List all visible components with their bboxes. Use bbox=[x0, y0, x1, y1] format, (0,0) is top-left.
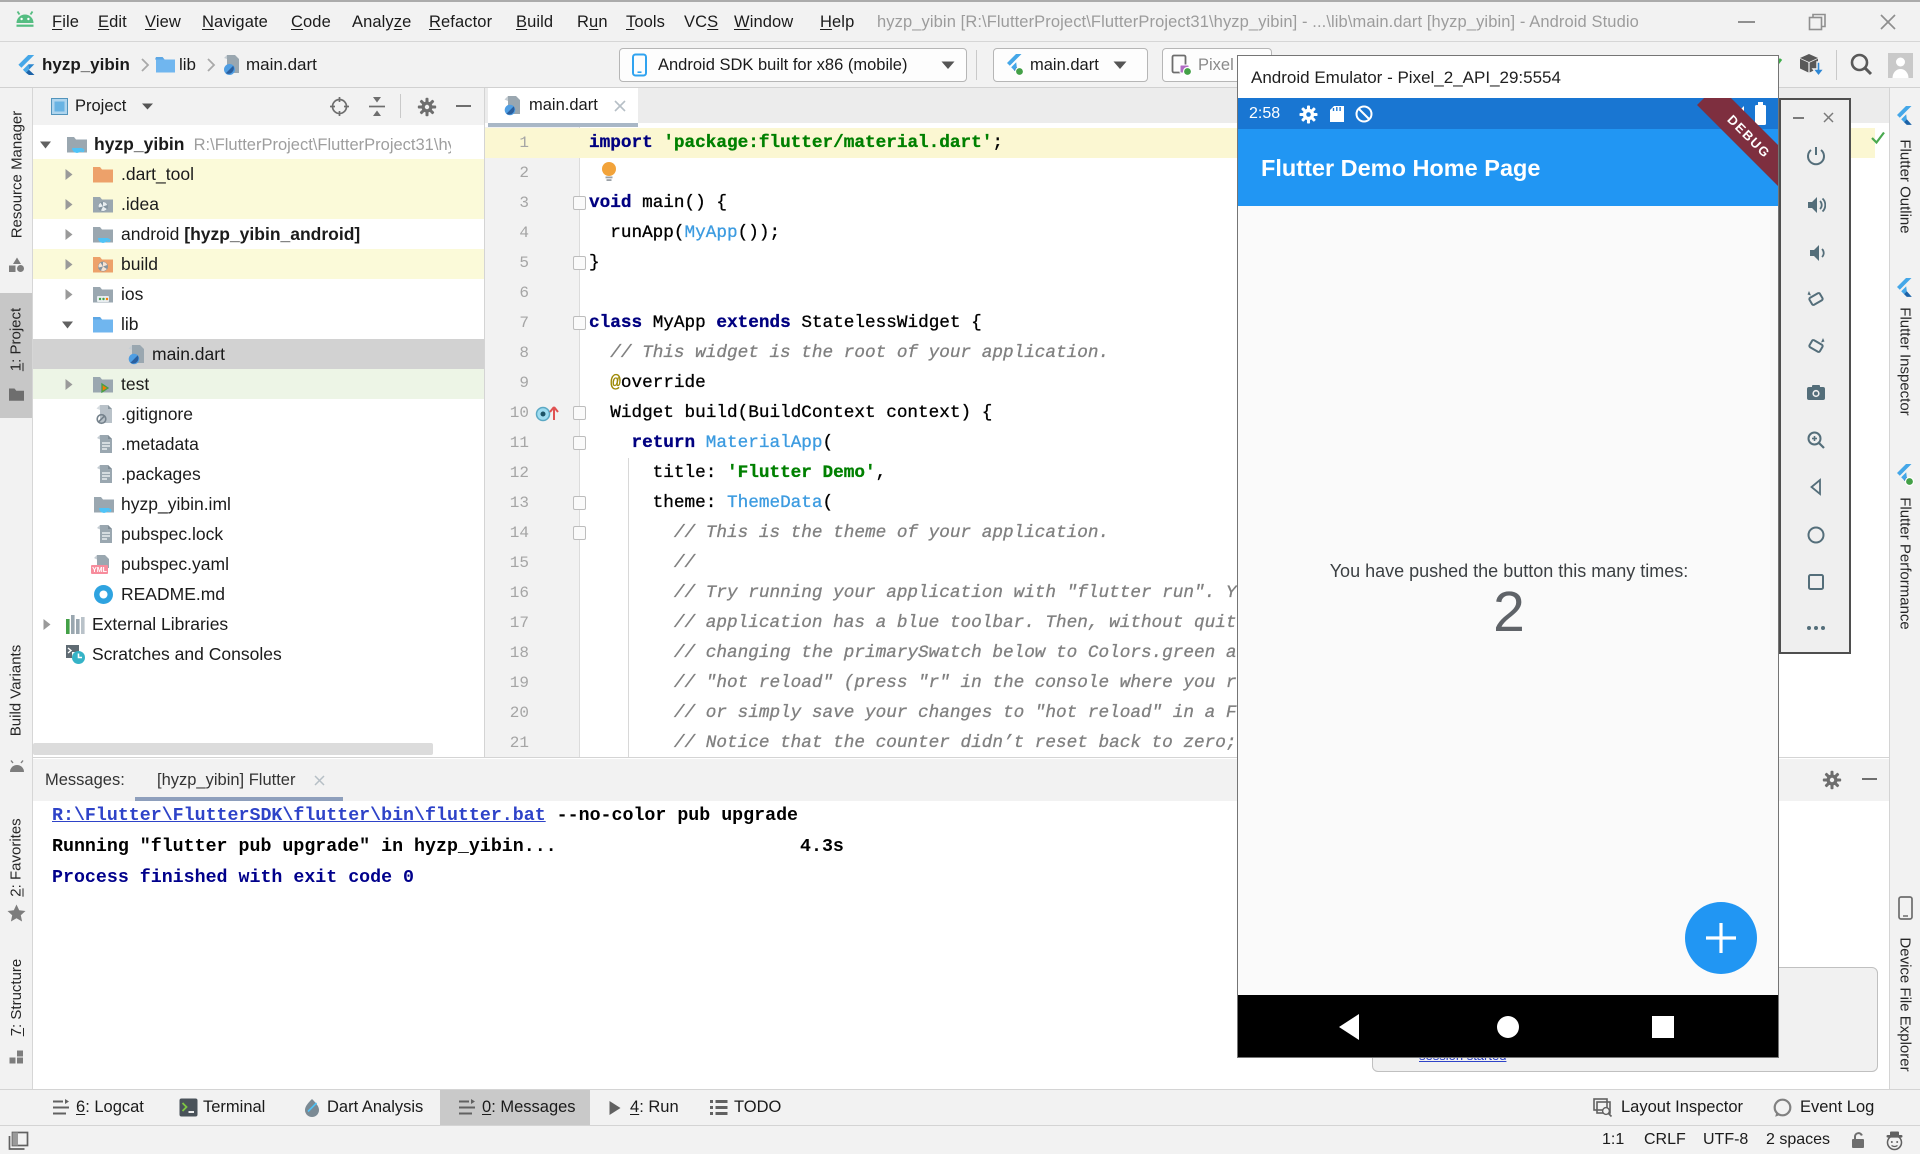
svg-text:YML: YML bbox=[92, 567, 108, 574]
